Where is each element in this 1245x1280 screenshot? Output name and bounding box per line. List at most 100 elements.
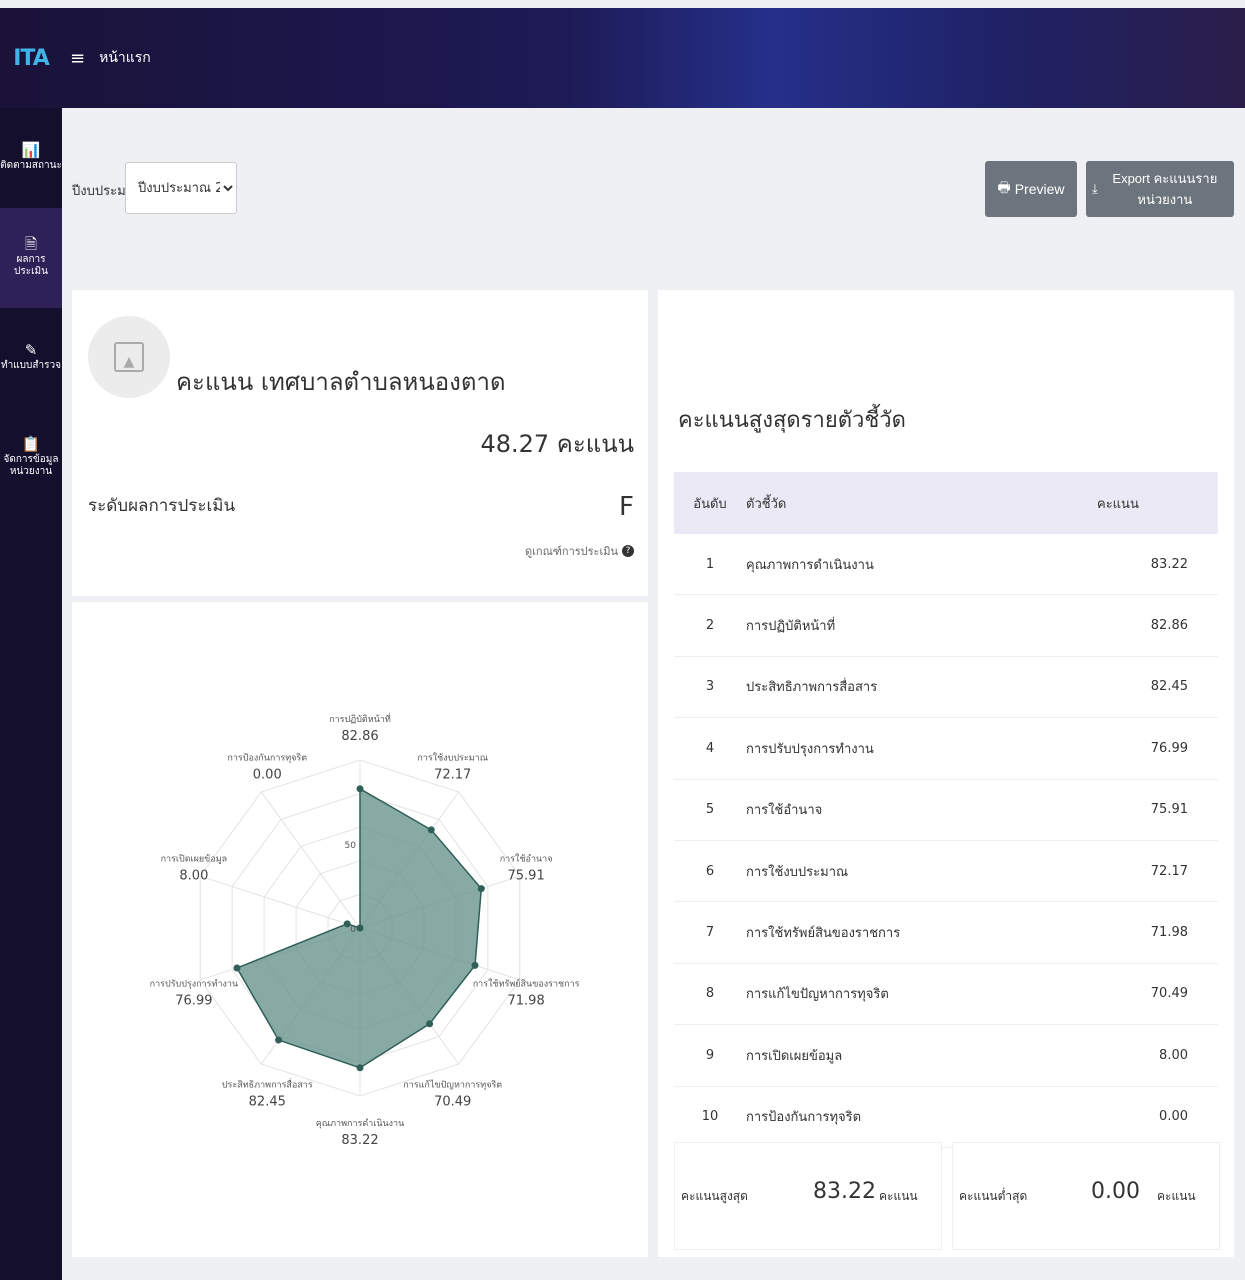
indicator-cell: คุณภาพการดำเนินงาน [746,534,1067,596]
rank-cell: 3 [674,656,746,719]
radar-value-label: 76.99 [175,993,212,1008]
help-icon: ? [622,545,634,557]
image-placeholder-icon: ▲ [114,342,144,372]
sidebar-item-results[interactable]: 🗎 ผลการประเมิน [0,208,62,308]
top-header: ITA ≡ หน้าแรก [0,8,1245,108]
score-title: คะแนน เทศบาลตำบลหนองตาด [176,368,506,396]
rank-cell: 6 [674,840,746,903]
rank-cell: 9 [674,1024,746,1087]
radar-point-1 [356,785,364,793]
min-score-value: 0.00 [1091,1179,1140,1204]
sidebar-item-manage-data[interactable]: 📋 จัดการข้อมูลหน่วยงาน [0,408,62,508]
level-grade: F [619,492,634,522]
rank-cell: 2 [674,594,746,657]
radar-point-7 [275,1036,283,1044]
min-score-label: คะแนนต่ำสุด [959,1189,1028,1203]
radar-value-label: 82.45 [249,1094,286,1109]
radar-spoke-9 [200,875,361,929]
sidebar: 📊 ติดตามสถานะ 🗎 ผลการประเมิน ✎ ทำแบบสำรว… [0,108,62,1280]
rank-cell: 10 [674,1086,746,1148]
sidebar-item-label: ทำแบบสำรวจ [1,360,61,371]
radar-value-label: 0.00 [253,768,282,783]
ita-logo[interactable]: ITA [0,8,62,108]
ranking-card: คะแนนสูงสุดรายตัวชี้วัด อันดับ ตัวชี้วัด… [658,290,1234,1257]
sidebar-item-label: จัดการข้อมูลหน่วยงาน [3,454,59,477]
column-header-rank: อันดับ [693,496,727,512]
radar-axis-label: การปรับปรุงการทำงาน [150,978,238,989]
table-row: 9 การเปิดเผยข้อมูล 8.00 [674,1024,1218,1087]
export-button[interactable]: ⤓ Export คะแนนรายหน่วยงาน [1086,161,1234,217]
ranking-table: อันดับ ตัวชี้วัด คะแนน 1 คุณภาพการดำเนินง… [674,472,1218,1148]
radar-axis-label: การป้องกันการทุจริต [227,753,307,764]
sidebar-item-label: ผลการประเมิน [14,254,48,277]
hamburger-icon[interactable]: ≡ [70,48,85,69]
radar-axis-label: การแก้ไขปัญหาการทุจริต [403,1079,502,1090]
radar-value-label: 70.49 [434,1094,471,1109]
indicator-cell: ประสิทธิภาพการสื่อสาร [746,656,1067,719]
score-cell: 72.17 [1067,840,1218,903]
sidebar-item-status[interactable]: 📊 ติดตามสถานะ [0,108,62,208]
total-score: 48.27 คะแนน [480,430,634,458]
table-row: 10 การป้องกันการทุจริต 0.00 [674,1086,1218,1148]
radar-axis-label: การใช้ทรัพย์สินของราชการ [473,977,580,989]
rank-cell: 4 [674,717,746,780]
radar-value-label: 72.17 [434,768,471,783]
score-cell: 83.22 [1067,534,1218,596]
score-cell: 71.98 [1067,901,1218,964]
level-label: ระดับผลการประเมิน [88,496,236,516]
download-icon: ⤓ [1092,181,1098,196]
column-header-indicator: ตัวชี้วัด [746,496,787,512]
radar-axis-label: ประสิทธิภาพการสื่อสาร [222,1077,313,1090]
radar-chart: 0 50 การปฏิบัติหน้าที่ 82.86 การใช้งบประมาณ 7… [150,712,580,1148]
breadcrumb[interactable]: หน้าแรก [99,47,151,69]
radar-chart-card: 0 50 การปฏิบัติหน้าที่ 82.86 การใช้งบประมาณ 7… [72,602,648,1257]
avatar: ▲ [88,316,170,398]
table-row: 4 การปรับปรุงการทำงาน 76.99 [674,717,1218,780]
printer-icon: 🖶 [997,179,1011,195]
radar-spoke-10 [260,791,361,929]
radar-point-5 [426,1020,434,1028]
table-header-row: อันดับ ตัวชี้วัด คะแนน [674,472,1218,534]
radar-value-label: 75.91 [508,869,545,884]
score-cell: 76.99 [1067,717,1218,780]
indicator-cell: การแก้ไขปัญหาการทุจริต [746,963,1067,1026]
table-row: 6 การใช้งบประมาณ 72.17 [674,840,1218,903]
max-score-unit: คะแนน [879,1189,918,1203]
radar-point-2 [427,826,435,834]
indicator-cell: การใช้ทรัพย์สินของราชการ [746,901,1067,964]
min-score-unit: คะแนน [1157,1189,1196,1203]
document-icon: 🗎 [24,235,38,253]
sidebar-item-label: ติดตามสถานะ [0,160,62,171]
preview-button[interactable]: 🖶 Preview [985,161,1077,217]
radar-axis-label: การใช้อำนาจ [500,854,553,865]
indicator-cell: การเปิดเผยข้อมูล [746,1024,1067,1087]
radar-tick-label: 0 [350,925,356,935]
indicator-cell: การปรับปรุงการทำงาน [746,717,1067,780]
radar-point-3 [477,885,485,893]
table-row: 8 การแก้ไขปัญหาการทุจริต 70.49 [674,963,1218,1026]
score-cell: 70.49 [1067,963,1218,1026]
radar-axis-label: การเปิดเผยข้อมูล [161,854,228,865]
score-cell: 75.91 [1067,779,1218,841]
table-row: 5 การใช้อำนาจ 75.91 [674,779,1218,841]
min-score-box: คะแนนต่ำสุด 0.00 คะแนน [952,1142,1220,1250]
radar-axis-label: คุณภาพการดำเนินงาน [316,1118,405,1129]
indicator-cell: การใช้อำนาจ [746,779,1067,841]
chart-icon: 📊 [21,141,41,159]
rank-cell: 5 [674,779,746,841]
table-row: 1 คุณภาพการดำเนินงาน 83.22 [674,534,1218,596]
edit-icon: ✎ [24,341,38,359]
radar-value-label: 82.86 [341,729,378,744]
indicator-cell: การปฏิบัติหน้าที่ [746,594,1067,657]
max-score-box: คะแนนสูงสุด 83.22 คะแนน [674,1142,942,1250]
max-score-value: 83.22 [813,1179,876,1204]
radar-point-6 [356,1064,364,1072]
clipboard-icon: 📋 [21,435,41,453]
radar-point-10 [356,924,364,932]
criteria-link[interactable]: ดูเกณฑ์การประเมิน ? [525,542,634,560]
score-cell: 0.00 [1067,1086,1218,1148]
fiscal-year-select[interactable]: ปีงบประมาณ 2565 [125,162,237,214]
column-header-score: คะแนน [1097,496,1139,512]
table-row: 7 การใช้ทรัพย์สินของราชการ 71.98 [674,901,1218,964]
sidebar-item-survey[interactable]: ✎ ทำแบบสำรวจ [0,308,62,408]
